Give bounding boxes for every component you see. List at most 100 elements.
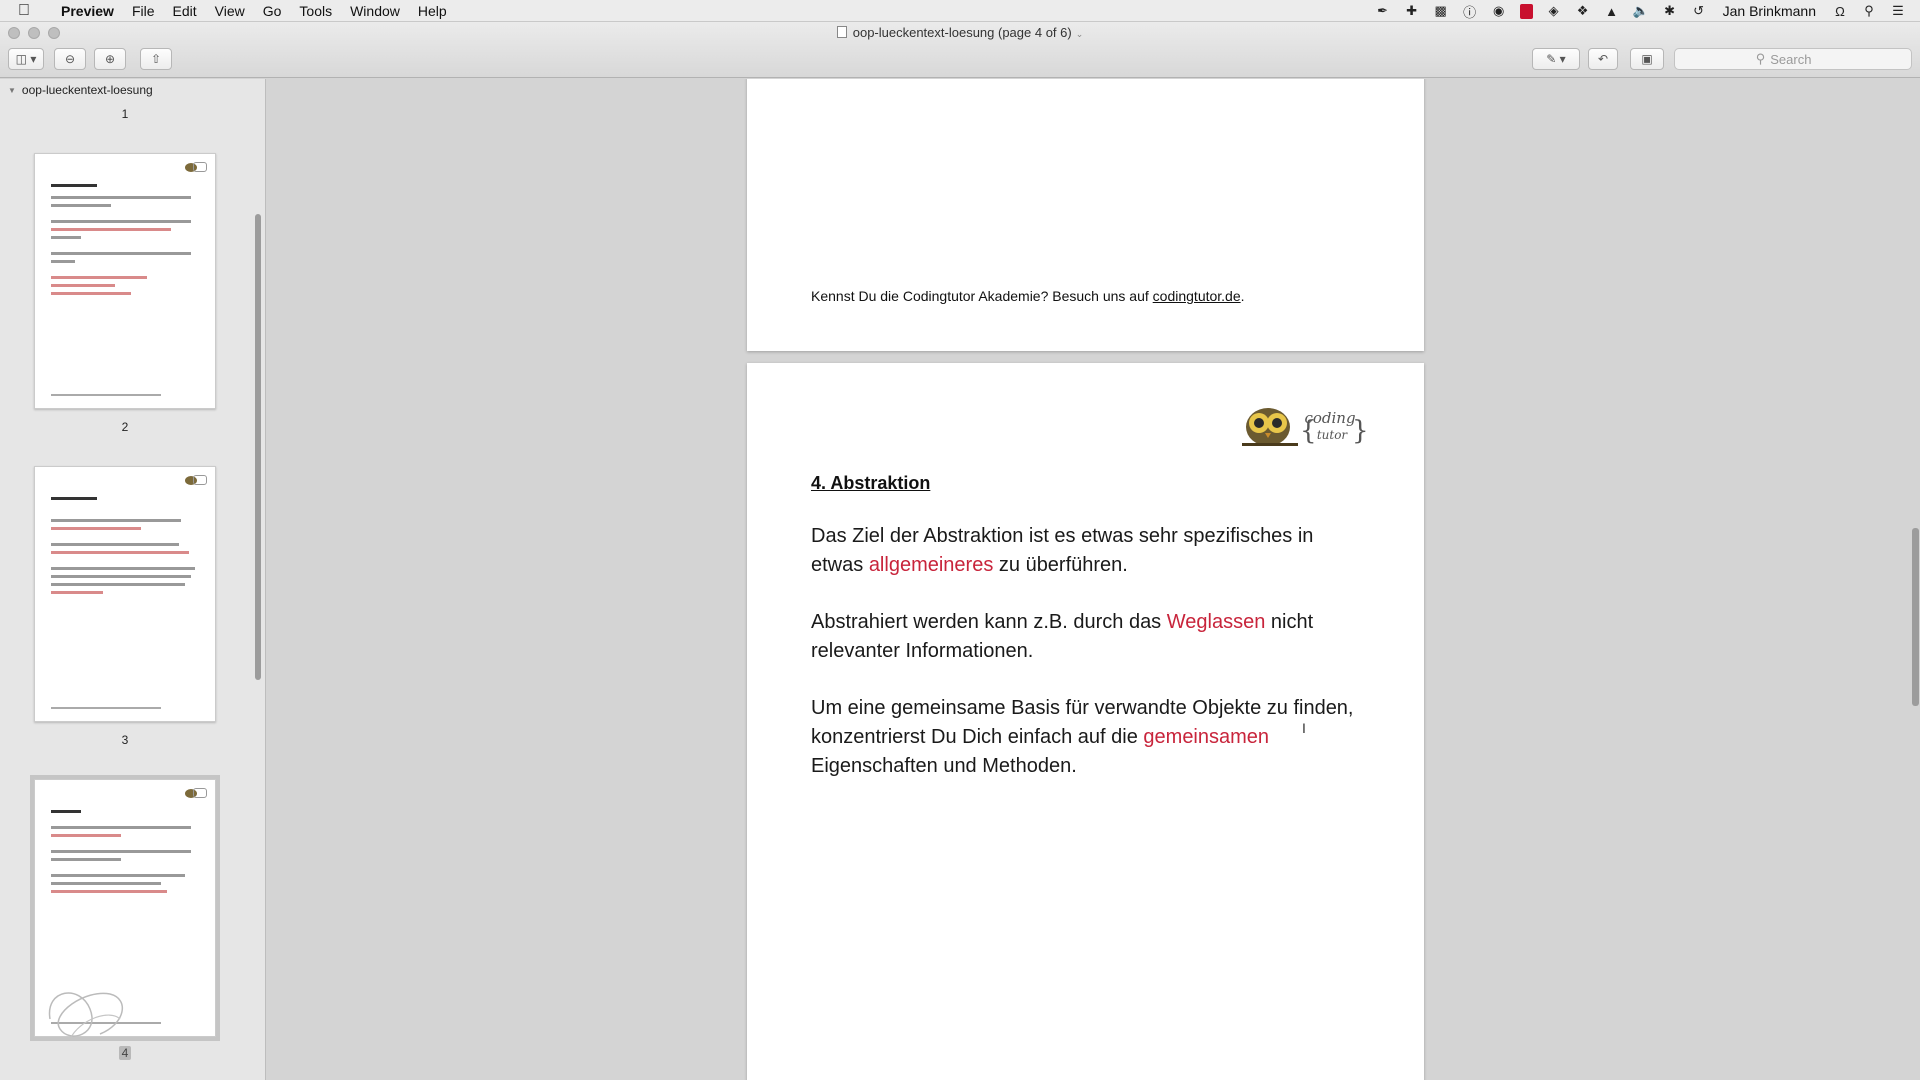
menu-app-preview[interactable]: Preview: [52, 3, 123, 19]
thumbnail-text-line: [51, 826, 191, 829]
document-view[interactable]: Kennst Du die Codingtutor Akademie? Besu…: [267, 79, 1920, 1080]
headphones-icon[interactable]: Ω: [1832, 3, 1848, 19]
search-input[interactable]: [1770, 51, 1831, 67]
page-number-2: 2: [121, 420, 129, 434]
thumbnail-text-line: [51, 551, 189, 554]
window-title[interactable]: oop-lueckentext-loesung (page 4 of 6) ⌄: [0, 25, 1920, 40]
sidebar-document-name: oop-lueckentext-loesung: [21, 83, 153, 97]
info-icon[interactable]: ⓘ: [1462, 3, 1478, 20]
logo-brace-open: {: [1300, 416, 1317, 446]
toolbox-icon: ▣: [1641, 52, 1653, 66]
share-button[interactable]: ⇧: [140, 48, 172, 70]
plus-cross-icon[interactable]: ✚: [1404, 3, 1420, 19]
pdf-page-3: Kennst Du die Codingtutor Akademie? Besu…: [747, 79, 1424, 351]
paragraph-3: Um eine gemeinsame Basis für verwandte O…: [811, 694, 1371, 781]
thumbnail-text-line: [51, 527, 141, 530]
rotate-icon: ↶: [1597, 52, 1609, 66]
paragraph-3-text: Um eine gemeinsame Basis für verwandte O…: [811, 697, 1354, 748]
thumbnail-text-line: [51, 543, 179, 546]
thumbnail-text-line: [51, 236, 81, 239]
sidebar-scrollbar[interactable]: [255, 214, 261, 680]
drive-icon[interactable]: ▲: [1604, 3, 1620, 19]
evernote-icon[interactable]: ◈: [1546, 3, 1562, 19]
thumbnail-heading: [51, 810, 81, 813]
footer-text: Kennst Du die Codingtutor Akademie? Besu…: [811, 288, 1153, 304]
pen-status-icon[interactable]: ✒: [1375, 3, 1391, 19]
volume-icon[interactable]: 🔈: [1633, 3, 1649, 19]
menu-bar:  Preview File Edit View Go Tools Window…: [0, 0, 1920, 22]
thumbnail-text-line: [51, 567, 195, 570]
user-name[interactable]: Jan Brinkmann: [1720, 3, 1819, 19]
bookmark-icon[interactable]: ▩: [1433, 3, 1449, 19]
page-thumbnail-2[interactable]: [34, 153, 216, 409]
thumbnail-text-line: [51, 850, 191, 853]
search-field[interactable]: ⚲: [1674, 48, 1912, 70]
sidebar-toggle-button[interactable]: ◫ ▾: [8, 48, 44, 70]
thumbnail-text-line: [51, 260, 75, 263]
red-app-icon[interactable]: [1519, 3, 1533, 19]
thumbnail-heading: [51, 184, 97, 187]
page-number-1: 1: [121, 107, 129, 121]
rotate-button[interactable]: ↶: [1588, 48, 1618, 70]
menu-edit[interactable]: Edit: [164, 3, 206, 19]
page-number-3: 3: [121, 733, 129, 747]
zoom-in-button[interactable]: ⊕: [94, 48, 126, 70]
thumbnail-text-line: [51, 583, 185, 586]
sidebar-document-header[interactable]: ▼ oop-lueckentext-loesung: [8, 83, 153, 97]
paragraph-1: Das Ziel der Abstraktion ist es etwas se…: [811, 522, 1371, 580]
thumbnail-text-line: [51, 591, 103, 594]
page-thumbnail-3[interactable]: [34, 466, 216, 722]
thumbnail-text-line: [51, 292, 131, 295]
thumbnail-text-line: [51, 252, 191, 255]
thumbnail-text-line: [51, 882, 161, 885]
toolbox-button[interactable]: ▣: [1630, 48, 1664, 70]
text-cursor-icon: I: [1302, 720, 1306, 736]
menu-file[interactable]: File: [123, 3, 164, 19]
thumbnail-text-line: [51, 276, 147, 279]
document-scrollbar[interactable]: [1912, 528, 1919, 706]
thumbnail-text-line: [51, 874, 185, 877]
menu-window[interactable]: Window: [341, 3, 409, 19]
codingtutor-owl-logo: coding tutor { }: [1242, 408, 1366, 446]
menu-tools[interactable]: Tools: [290, 3, 341, 19]
thumbnail-text-line: [51, 834, 121, 837]
thumbnail-logo: [193, 162, 207, 172]
sidebar-icon: ◫ ▾: [15, 52, 37, 66]
time-machine-icon[interactable]: ↺: [1691, 3, 1707, 19]
disclosure-triangle-icon[interactable]: ▼: [8, 86, 16, 95]
zoom-out-icon: ⊖: [64, 52, 76, 66]
footer-link[interactable]: codingtutor.de: [1153, 288, 1241, 304]
menu-go[interactable]: Go: [254, 3, 291, 19]
menu-help[interactable]: Help: [409, 3, 456, 19]
notification-center-icon[interactable]: ☰: [1890, 3, 1906, 19]
paragraph-3-text-end: Eigenschaften und Methoden.: [811, 755, 1077, 777]
thumbnail-text-line: [51, 519, 181, 522]
thumbnail-text-line: [51, 858, 121, 861]
page-footer: Kennst Du die Codingtutor Akademie? Besu…: [811, 288, 1245, 304]
paragraph-2-highlight: Weglassen: [1166, 611, 1266, 633]
spotlight-search-icon[interactable]: ⚲: [1861, 3, 1877, 19]
document-icon: [836, 26, 847, 38]
thumbnail-text-line: [51, 575, 191, 578]
thumbnail-footer-line: [51, 394, 161, 396]
thumbnail-text-line: [51, 890, 167, 893]
logo-brace-close: }: [1352, 416, 1366, 446]
pdf-page-4: coding tutor { } 4. Abstraktion Das Ziel…: [747, 363, 1424, 1080]
paragraph-2: Abstrahiert werden kann z.B. durch das W…: [811, 608, 1371, 666]
thumbnail-logo: [193, 788, 207, 798]
dropbox-icon[interactable]: ❖: [1575, 3, 1591, 19]
paragraph-1-text-end: zu überführen.: [993, 554, 1128, 576]
zoom-out-button[interactable]: ⊖: [54, 48, 86, 70]
menu-view[interactable]: View: [206, 3, 254, 19]
thumbnail-heading: [51, 497, 97, 500]
paragraph-3-highlight: gemeinsamen: [1143, 726, 1270, 748]
creative-cloud-icon[interactable]: ◉: [1491, 3, 1507, 19]
footer-end: .: [1240, 288, 1245, 304]
paragraph-1-highlight: allgemeineres: [868, 554, 994, 576]
apple-icon[interactable]: : [18, 2, 38, 20]
pen-icon: ✎ ▾: [1546, 52, 1566, 66]
markup-button[interactable]: ✎ ▾: [1532, 48, 1580, 70]
section-heading: 4. Abstraktion: [811, 473, 931, 493]
thumbnail-text-line: [51, 220, 191, 223]
bluetooth-icon[interactable]: ✱: [1662, 3, 1678, 19]
